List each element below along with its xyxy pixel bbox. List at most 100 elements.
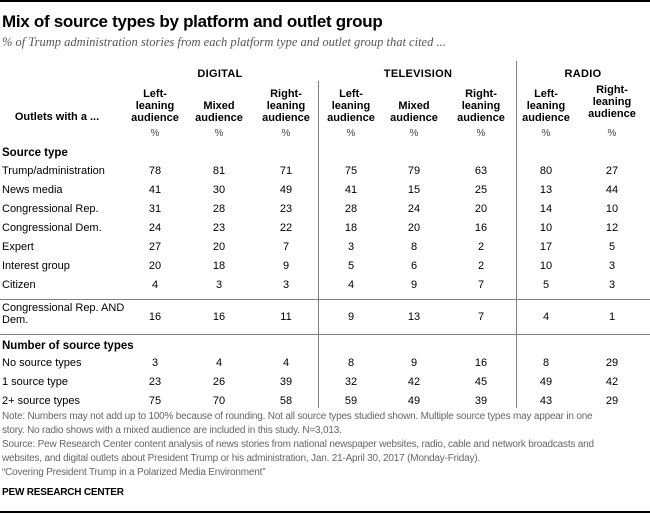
table-cell: 4 <box>282 357 290 369</box>
table-cell: 80 <box>539 165 553 177</box>
table-cell: 8 <box>410 241 418 253</box>
table-cell: 3 <box>608 279 616 291</box>
table-cell: 75 <box>344 165 358 177</box>
table-cell: 17 <box>539 241 553 253</box>
table-cell: 43 <box>539 395 553 407</box>
table-cell: 70 <box>212 395 226 407</box>
column-header-line: Right- <box>465 88 497 100</box>
row-label: No source types <box>2 357 82 369</box>
table-cell: 29 <box>605 395 619 407</box>
column-header-line: Left- <box>143 88 167 100</box>
table-cell: 20 <box>148 260 162 272</box>
table-cell: 41 <box>344 184 358 196</box>
table-cell: 16 <box>474 357 488 369</box>
divider-after-rep-dem <box>0 334 650 335</box>
table-cell: 20 <box>474 203 488 215</box>
column-header-line: audience <box>262 112 310 124</box>
section-number-of-source-types: Number of source types <box>2 340 134 352</box>
table-cell: 29 <box>605 357 619 369</box>
row-header-label: Outlets with a ... <box>14 111 100 123</box>
note-line: Note: Numbers may not add up to 100% bec… <box>2 411 593 422</box>
table-cell: 7 <box>282 241 290 253</box>
column-header: Mixed audience <box>184 100 254 124</box>
group-header-radio: RADIO <box>564 68 602 80</box>
top-rule <box>0 0 650 2</box>
note-line: story. No radio shows with a mixed audie… <box>2 425 342 436</box>
column-header: Mixed audience <box>379 100 449 124</box>
table-cell: 78 <box>148 165 162 177</box>
table-cell: 4 <box>151 279 159 291</box>
table-cell: 6 <box>410 260 418 272</box>
column-header-line: Right- <box>596 84 628 96</box>
table-cell: 8 <box>347 357 355 369</box>
table-cell: 24 <box>148 222 162 234</box>
table-cell: 4 <box>215 357 223 369</box>
source-line: websites, and digital outlets about Pres… <box>2 453 481 464</box>
percent-unit-label: % <box>541 128 551 139</box>
table-cell: 10 <box>539 222 553 234</box>
column-header: Left-leaning audience <box>511 88 581 124</box>
table-cell: 3 <box>282 279 290 291</box>
table-cell: 11 <box>280 311 292 323</box>
table-cell: 9 <box>282 260 290 272</box>
table-cell: 7 <box>477 311 485 323</box>
column-header-line: leaning <box>592 96 632 108</box>
table-cell: 18 <box>344 222 358 234</box>
table-cell: 10 <box>605 203 619 215</box>
table-cell: 32 <box>344 376 358 388</box>
column-header-line: Mixed <box>398 100 430 112</box>
column-header: Right-leaning audience <box>251 88 321 124</box>
table-cell: 3 <box>215 279 223 291</box>
table-cell: 2 <box>477 241 485 253</box>
table-cell: 15 <box>407 184 421 196</box>
table-cell: 9 <box>410 279 418 291</box>
table-cell: 3 <box>608 260 616 272</box>
table-cell: 81 <box>212 165 226 177</box>
bottom-rule <box>0 511 650 513</box>
column-header-line: Right- <box>270 88 302 100</box>
table-cell: 18 <box>212 260 226 272</box>
column-header-line: leaning <box>135 100 175 112</box>
table-cell: 4 <box>347 279 355 291</box>
table-cell: 42 <box>407 376 421 388</box>
percent-unit-label: % <box>607 128 617 139</box>
table-cell: 9 <box>410 357 418 369</box>
column-header-line: audience <box>195 112 243 124</box>
table-cell: 28 <box>344 203 358 215</box>
table-cell: 39 <box>279 376 293 388</box>
percent-unit-label: % <box>409 128 419 139</box>
table-cell: 23 <box>279 203 293 215</box>
chart-subtitle: % of Trump administration stories from e… <box>2 35 446 49</box>
table-cell: 22 <box>279 222 293 234</box>
table-cell: 2 <box>477 260 485 272</box>
table-cell: 27 <box>148 241 162 253</box>
table-cell: 9 <box>347 311 355 323</box>
column-header-line: audience <box>522 112 570 124</box>
column-header-line: leaning <box>266 100 306 112</box>
table-cell: 75 <box>148 395 162 407</box>
table-cell: 10 <box>539 260 553 272</box>
column-header-line: audience <box>390 112 438 124</box>
table-cell: 25 <box>474 184 488 196</box>
column-header-line: audience <box>588 108 636 120</box>
column-header-line: leaning <box>461 100 501 112</box>
percent-unit-label: % <box>346 128 356 139</box>
table-cell: 5 <box>347 260 355 272</box>
table-cell: 28 <box>212 203 226 215</box>
table-cell: 42 <box>605 376 619 388</box>
table-cell: 3 <box>151 357 159 369</box>
row-label-line: Congressional Rep. AND <box>2 302 125 314</box>
table-cell: 79 <box>407 165 421 177</box>
group-header-television: TELEVISION <box>383 68 453 80</box>
table-cell: 59 <box>344 395 358 407</box>
table-cell: 23 <box>212 222 226 234</box>
table-cell: 71 <box>279 165 293 177</box>
table-cell: 12 <box>605 222 619 234</box>
row-label: Expert <box>2 241 34 253</box>
table-cell: 24 <box>407 203 421 215</box>
row-label: Congressional Rep. AND Dem. <box>2 302 124 326</box>
column-header: Right-leaning audience <box>446 88 516 124</box>
row-label: News media <box>2 184 63 196</box>
percent-unit-label: % <box>281 128 291 139</box>
row-label: Congressional Rep. <box>2 203 99 215</box>
